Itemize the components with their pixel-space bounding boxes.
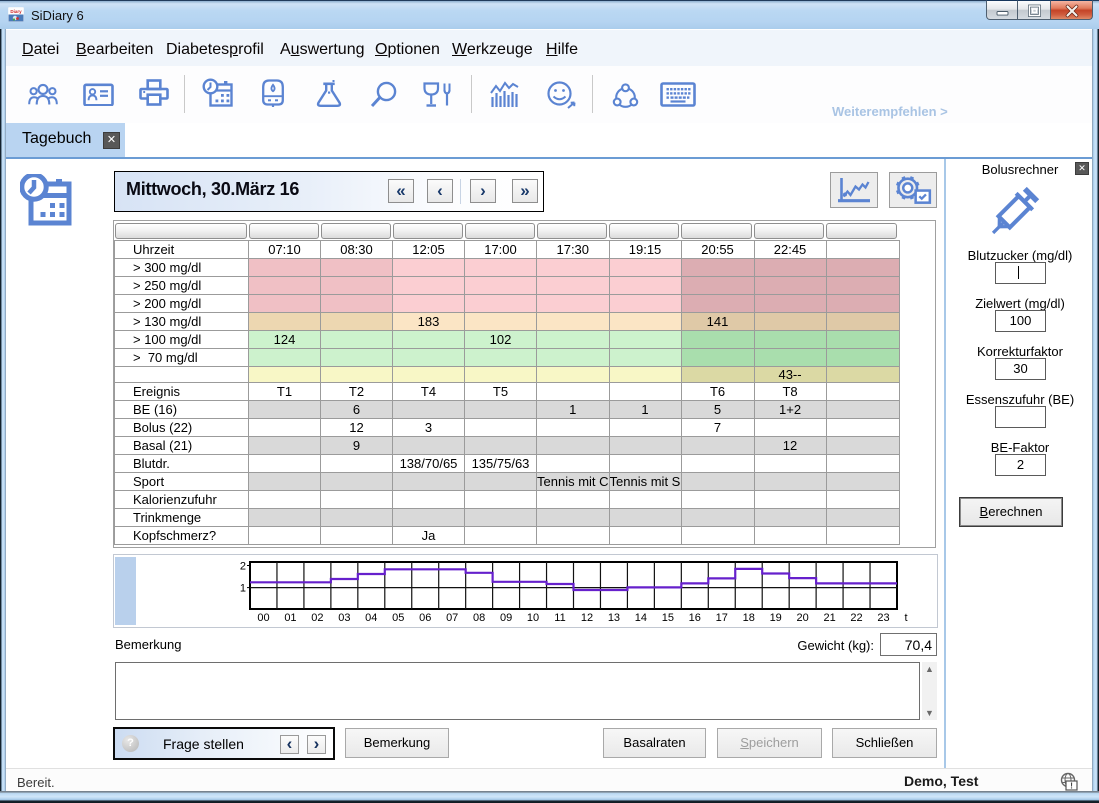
svg-text:19: 19 [770,612,782,624]
svg-text:23: 23 [877,612,889,624]
svg-text:16: 16 [689,612,701,624]
svg-text:02: 02 [311,612,323,624]
svg-text:20: 20 [797,612,809,624]
svg-text:!: ! [1070,781,1073,791]
svg-text:14: 14 [635,612,647,624]
svg-text:00: 00 [257,612,269,624]
svg-text:22: 22 [850,612,862,624]
svg-text:10: 10 [527,612,539,624]
svg-text:03: 03 [338,612,350,624]
svg-text:1: 1 [240,583,246,595]
svg-text:21: 21 [823,612,835,624]
svg-text:17: 17 [716,612,728,624]
svg-text:09: 09 [500,612,512,624]
svg-text:13: 13 [608,612,620,624]
svg-text:01: 01 [284,612,296,624]
svg-text:12: 12 [581,612,593,624]
svg-text:2: 2 [240,561,246,573]
svg-text:Diary: Diary [10,9,22,14]
svg-text:t: t [904,612,907,624]
svg-text:18: 18 [743,612,755,624]
svg-text:04: 04 [365,612,377,624]
svg-text:08: 08 [473,612,485,624]
svg-text:07: 07 [446,612,458,624]
svg-text:15: 15 [662,612,674,624]
svg-text:11: 11 [554,612,565,624]
svg-text:06: 06 [419,612,431,624]
svg-text:05: 05 [392,612,404,624]
